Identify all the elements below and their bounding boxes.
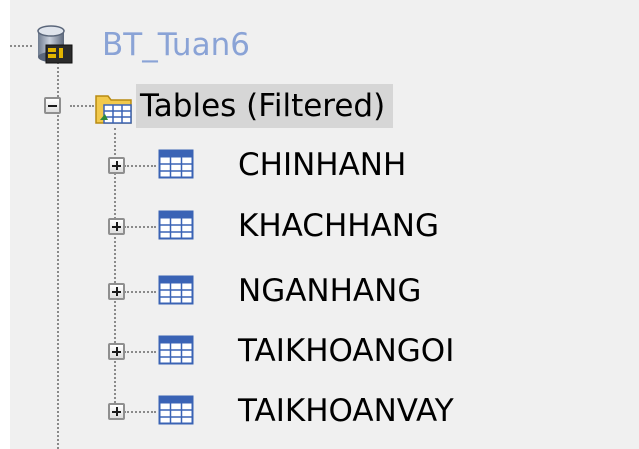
tree-node-database[interactable]: BT_Tuan6 (34, 19, 250, 71)
table-icon (158, 335, 194, 365)
table-icon (158, 395, 194, 425)
collapse-icon[interactable] (44, 97, 61, 114)
table-icon (158, 149, 194, 179)
table-label: NGANHANG (238, 273, 422, 309)
object-explorer-panel: BT_Tuan6 Tables (Filtered) CHINHANH KHAC… (10, 0, 639, 449)
table-label: TAIKHOANGOI (238, 333, 455, 369)
table-icon (158, 210, 194, 240)
table-icon (158, 275, 194, 305)
tables-folder-label: Tables (Filtered) (136, 84, 394, 128)
tree-node-table[interactable]: TAIKHOANGOI (108, 325, 454, 377)
table-folder-icon (95, 95, 132, 124)
table-label: CHINHANH (238, 147, 407, 183)
table-label: TAIKHOANVAY (238, 393, 454, 429)
tree-node-tables-folder[interactable]: Tables (Filtered) (44, 80, 394, 132)
expand-icon[interactable] (108, 218, 125, 235)
tree-node-table[interactable]: CHINHANH (108, 139, 406, 191)
expand-icon[interactable] (108, 157, 125, 174)
tree-node-table[interactable]: KHACHHANG (108, 200, 439, 252)
table-label: KHACHHANG (238, 208, 439, 244)
tree-node-table[interactable]: NGANHANG (108, 265, 421, 317)
database-label: BT_Tuan6 (102, 27, 250, 63)
tree-node-table[interactable]: TAIKHOANVAY (108, 385, 454, 437)
expand-icon[interactable] (108, 283, 125, 300)
expand-icon[interactable] (108, 403, 125, 420)
expand-icon[interactable] (108, 343, 125, 360)
database-icon (37, 25, 73, 64)
tree-line-database (10, 45, 32, 47)
